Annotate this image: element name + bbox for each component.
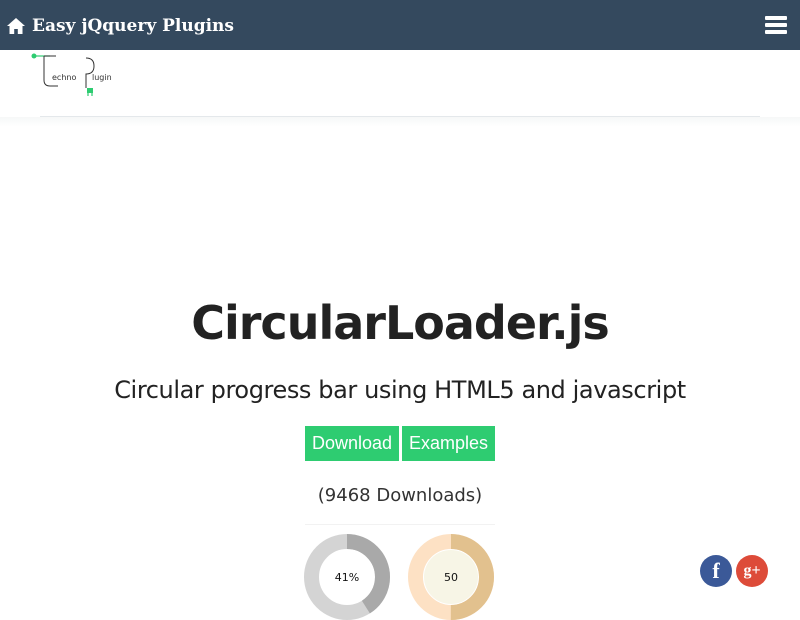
page-title: CircularLoader.js bbox=[191, 296, 610, 350]
logo-text-plugin: lugin bbox=[92, 73, 112, 82]
menu-button[interactable] bbox=[764, 14, 788, 36]
circular-loader-1: 41% bbox=[304, 534, 390, 620]
circular-loader-2: 50 bbox=[408, 534, 494, 620]
facebook-icon: f bbox=[712, 558, 720, 583]
google-plus-share-button[interactable]: g+ bbox=[736, 555, 768, 587]
demo-divider bbox=[305, 524, 495, 525]
download-count: (9468 Downloads) bbox=[317, 485, 483, 506]
logo-text-techno: echno bbox=[52, 73, 77, 82]
facebook-share-button[interactable]: f bbox=[700, 555, 732, 587]
header-divider-shadow bbox=[0, 117, 800, 127]
top-navbar: Easy jQquery Plugins bbox=[0, 0, 800, 50]
home-link[interactable]: Easy jQquery Plugins bbox=[6, 14, 234, 38]
examples-button[interactable]: Examples bbox=[402, 426, 495, 461]
hamburger-menu-icon bbox=[765, 16, 787, 20]
techno-plugin-logo[interactable]: echno lugin bbox=[28, 50, 118, 105]
page-subtitle: Circular progress bar using HTML5 and ja… bbox=[114, 376, 686, 404]
download-button[interactable]: Download bbox=[305, 426, 399, 461]
home-icon bbox=[6, 17, 26, 35]
loader-1-label: 41% bbox=[334, 570, 360, 584]
loader-2-label: 50 bbox=[444, 570, 458, 584]
google-plus-icon: g+ bbox=[743, 562, 761, 579]
site-title: Easy jQquery Plugins bbox=[32, 16, 234, 36]
